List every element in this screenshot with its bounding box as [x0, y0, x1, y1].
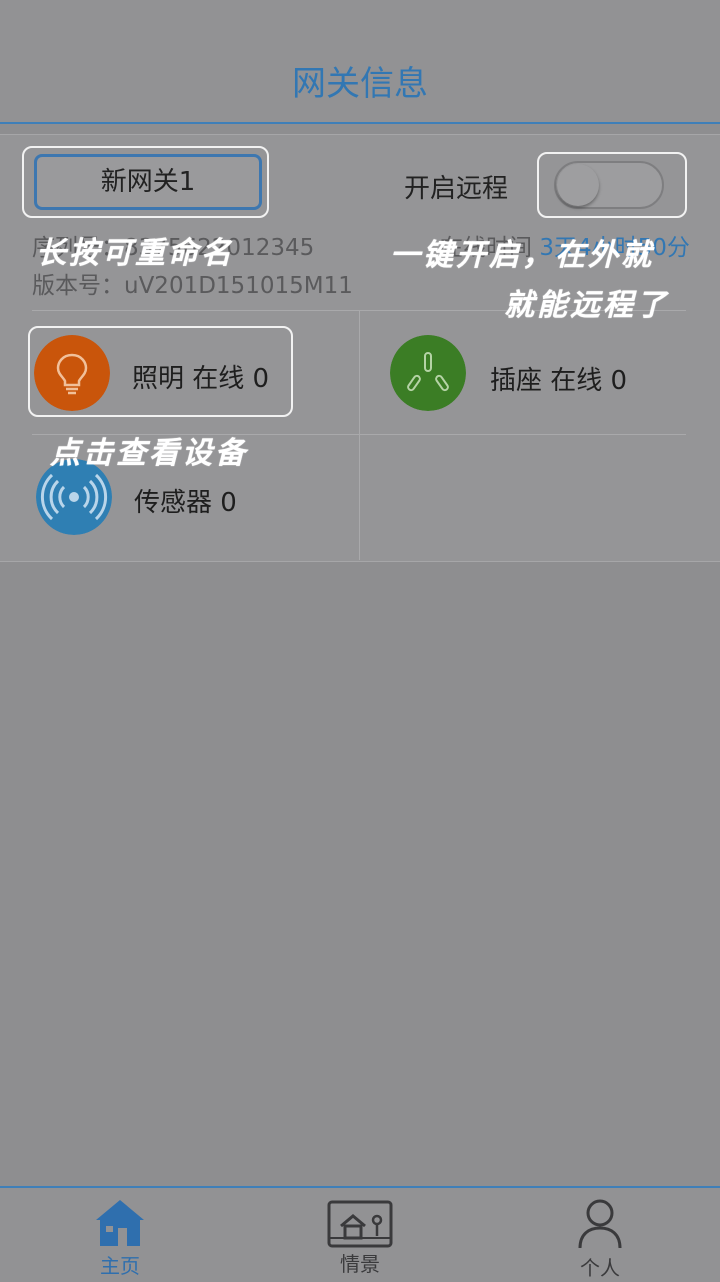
hint-view-devices: 点击查看设备 [50, 436, 248, 471]
hint-highlight-remote [537, 152, 687, 218]
hint-remote-line2: 就能远程了 [504, 288, 669, 323]
tab-home-label: 主页 [100, 1254, 140, 1278]
device-label-sensor: 传感器 0 [134, 488, 237, 518]
remote-label: 开启远程 [404, 174, 509, 204]
tab-personal-label: 个人 [580, 1256, 620, 1280]
socket-icon [390, 335, 466, 411]
hint-highlight-rename [22, 146, 269, 218]
device-label-socket: 插座 在线 0 [490, 366, 628, 396]
hint-remote-line1: 一键开启，在外就 [390, 238, 654, 273]
home-icon [96, 1200, 144, 1246]
scene-icon [327, 1200, 393, 1248]
tab-scene[interactable]: 情景 [280, 1188, 440, 1282]
page-title: 网关信息 [292, 64, 428, 104]
grid-divider [359, 310, 360, 560]
tab-bar: 主页 情景 个人 [0, 1186, 720, 1282]
tab-scene-label: 情景 [340, 1252, 380, 1276]
tab-personal[interactable]: 个人 [520, 1188, 680, 1282]
tab-home[interactable]: 主页 [40, 1188, 200, 1282]
hint-rename: 长按可重命名 [36, 236, 234, 271]
hint-highlight-devices [28, 326, 293, 417]
person-icon [578, 1199, 622, 1249]
header-bar: 网关信息 [0, 0, 720, 124]
